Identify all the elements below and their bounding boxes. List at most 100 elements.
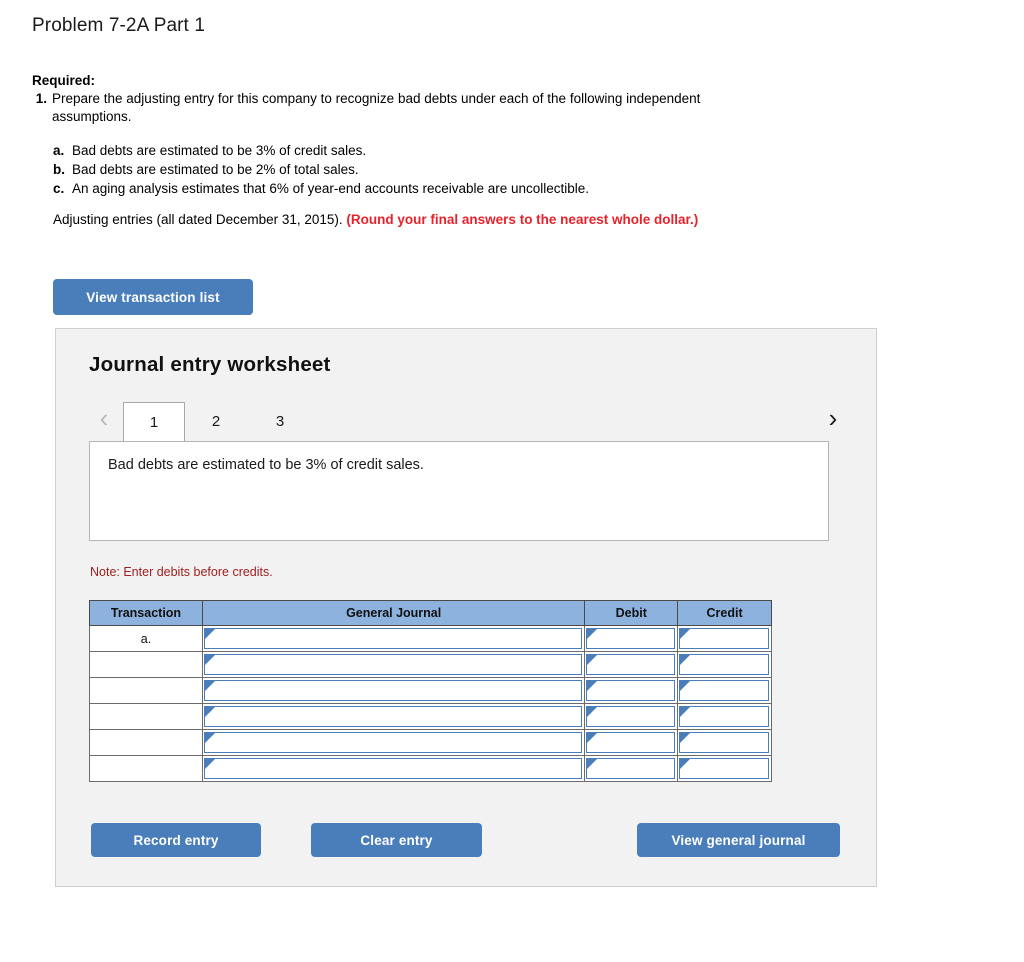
column-header-transaction: Transaction [89, 600, 203, 626]
required-item-text: Prepare the adjusting entry for this com… [52, 91, 701, 124]
input-shell [679, 680, 769, 701]
credit-cell[interactable] [677, 729, 772, 756]
credit-cell[interactable] [677, 651, 772, 678]
record-entry-button[interactable]: Record entry [91, 823, 261, 857]
input-shell [586, 732, 676, 753]
worksheet-tab-1[interactable]: 1 [123, 402, 185, 441]
credit-cell[interactable] [677, 677, 772, 704]
table-row [89, 755, 772, 782]
assumption-text: Bad debts are estimated to be 3% of cred… [72, 143, 367, 158]
debit-cell[interactable] [584, 651, 679, 678]
general-journal-input[interactable] [213, 733, 579, 752]
debit-cell[interactable] [584, 703, 679, 730]
transaction-label [89, 651, 203, 678]
general-journal-cell[interactable] [201, 755, 586, 782]
journal-entry-worksheet-panel: Journal entry worksheet ‹ 1 2 3 › Bad de… [55, 328, 877, 887]
general-journal-input[interactable] [213, 655, 579, 674]
assumptions-list: a. Bad debts are estimated to be 3% of c… [53, 141, 793, 198]
debits-before-credits-note: Note: Enter debits before credits. [90, 565, 273, 579]
transaction-label [89, 677, 203, 704]
input-shell [203, 758, 583, 779]
adjusting-entries-text: Adjusting entries (all dated December 31… [53, 212, 347, 227]
input-shell [203, 628, 583, 649]
general-journal-input[interactable] [213, 629, 579, 648]
journal-entry-table: Transaction General Journal Debit Credit… [89, 600, 772, 782]
chevron-left-icon[interactable]: ‹ [91, 398, 117, 438]
input-shell [679, 628, 769, 649]
input-shell [586, 758, 676, 779]
debit-cell[interactable] [584, 625, 679, 652]
assumption-text: An aging analysis estimates that 6% of y… [72, 181, 590, 196]
worksheet-tab-2[interactable]: 2 [185, 402, 247, 441]
chevron-right-icon[interactable]: › [820, 398, 846, 438]
table-row [89, 651, 772, 678]
debit-input[interactable] [596, 733, 672, 752]
general-journal-cell[interactable] [201, 625, 586, 652]
table-row [89, 703, 772, 730]
input-shell [586, 654, 676, 675]
question-text: Bad debts are estimated to be 3% of cred… [108, 457, 424, 473]
question-panel: Bad debts are estimated to be 3% of cred… [89, 441, 829, 541]
input-shell [679, 654, 769, 675]
assumption-item-c: c. An aging analysis estimates that 6% o… [53, 179, 793, 198]
required-label: Required: [32, 73, 96, 88]
worksheet-tab-3[interactable]: 3 [249, 402, 311, 441]
worksheet-tab-strip: ‹ 1 2 3 › [89, 398, 846, 441]
view-transaction-list-button[interactable]: View transaction list [53, 279, 253, 315]
assumption-letter: a. [53, 143, 65, 158]
clear-entry-button[interactable]: Clear entry [311, 823, 482, 857]
assumption-text: Bad debts are estimated to be 2% of tota… [72, 162, 359, 177]
credit-cell[interactable] [677, 755, 772, 782]
page-title: Problem 7-2A Part 1 [32, 15, 205, 36]
credit-cell[interactable] [677, 703, 772, 730]
transaction-label [89, 729, 203, 756]
input-shell [586, 680, 676, 701]
input-shell [203, 680, 583, 701]
journal-table-header-row: Transaction General Journal Debit Credit [89, 600, 772, 626]
column-header-debit: Debit [584, 600, 679, 626]
rounding-instruction: (Round your final answers to the nearest… [346, 212, 699, 227]
debit-input[interactable] [596, 655, 672, 674]
assumption-item-a: a. Bad debts are estimated to be 3% of c… [53, 141, 793, 160]
credit-input[interactable] [689, 655, 765, 674]
credit-input[interactable] [689, 707, 765, 726]
required-block: Required: 1. Prepare the adjusting entry… [32, 72, 792, 125]
input-shell [203, 732, 583, 753]
column-header-general-journal: General Journal [201, 600, 586, 626]
general-journal-cell[interactable] [201, 729, 586, 756]
credit-cell[interactable] [677, 625, 772, 652]
debit-input[interactable] [596, 759, 672, 778]
credit-input[interactable] [689, 733, 765, 752]
table-row: a. [89, 625, 772, 652]
credit-input[interactable] [689, 681, 765, 700]
credit-input[interactable] [689, 759, 765, 778]
debit-input[interactable] [596, 629, 672, 648]
assumption-item-b: b. Bad debts are estimated to be 2% of t… [53, 160, 793, 179]
general-journal-cell[interactable] [201, 677, 586, 704]
debit-input[interactable] [596, 707, 672, 726]
input-shell [679, 732, 769, 753]
transaction-label [89, 703, 203, 730]
required-item: 1. Prepare the adjusting entry for this … [32, 90, 792, 125]
required-item-number: 1. [35, 91, 47, 106]
transaction-label: a. [89, 625, 203, 652]
debit-cell[interactable] [584, 729, 679, 756]
general-journal-input[interactable] [213, 707, 579, 726]
assumption-letter: c. [53, 181, 65, 196]
credit-input[interactable] [689, 629, 765, 648]
transaction-label [89, 755, 203, 782]
general-journal-cell[interactable] [201, 651, 586, 678]
input-shell [679, 706, 769, 727]
debit-cell[interactable] [584, 755, 679, 782]
adjusting-entries-note: Adjusting entries (all dated December 31… [53, 210, 783, 229]
debit-cell[interactable] [584, 677, 679, 704]
input-shell [586, 628, 676, 649]
worksheet-title: Journal entry worksheet [89, 353, 331, 376]
view-general-journal-button[interactable]: View general journal [637, 823, 840, 857]
column-header-credit: Credit [677, 600, 772, 626]
general-journal-input[interactable] [213, 759, 579, 778]
debit-input[interactable] [596, 681, 672, 700]
general-journal-input[interactable] [213, 681, 579, 700]
table-row [89, 677, 772, 704]
general-journal-cell[interactable] [201, 703, 586, 730]
